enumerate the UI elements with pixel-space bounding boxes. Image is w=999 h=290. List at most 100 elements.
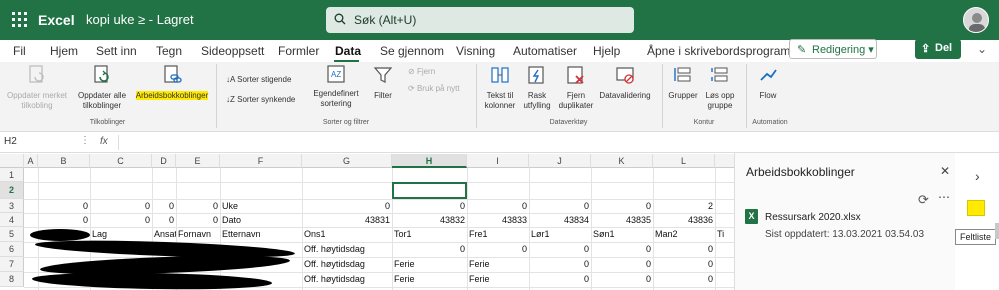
cell[interactable]: 0	[152, 199, 176, 213]
cell[interactable]: Off. høytidsdag	[302, 272, 392, 286]
select-all-corner[interactable]	[0, 154, 24, 168]
cell[interactable]: 43833	[467, 213, 529, 227]
tab-visning[interactable]: Visning	[456, 44, 495, 58]
share-button[interactable]: ⇪ Del	[915, 39, 961, 59]
column-header[interactable]: L	[653, 154, 715, 168]
cell[interactable]: 0	[529, 242, 591, 256]
column-header[interactable]	[715, 154, 734, 168]
clear-filter-button[interactable]: ⊘ Fjern	[408, 67, 435, 76]
cell[interactable]: 2	[653, 199, 715, 213]
close-icon[interactable]: ✕	[940, 164, 950, 178]
row-header[interactable]: 7	[0, 257, 24, 272]
cell[interactable]: 0	[467, 199, 529, 213]
cell[interactable]: 0	[392, 242, 467, 256]
editing-mode-button[interactable]: ✎ Redigering ▾	[789, 39, 877, 59]
row-header[interactable]: 6	[0, 242, 24, 257]
column-header[interactable]: E	[176, 154, 220, 168]
sort-ascending-button[interactable]: ↓A Sorter stigende	[226, 75, 291, 84]
cell[interactable]: Søn1	[591, 227, 653, 241]
cell[interactable]: Uke	[220, 199, 302, 213]
cell[interactable]: Ansat	[152, 227, 176, 241]
cell[interactable]: Lør1	[529, 227, 591, 241]
sort-descending-button[interactable]: ↓Z Sorter synkende	[226, 95, 295, 104]
cell[interactable]: Ferie	[467, 272, 529, 286]
column-header[interactable]: K	[591, 154, 653, 168]
ungroup-button[interactable]: Løs opp gruppe	[700, 64, 740, 111]
cell[interactable]: Ferie	[467, 257, 529, 271]
column-header[interactable]: A	[24, 154, 38, 168]
avatar[interactable]	[963, 7, 989, 33]
cell[interactable]: 43835	[591, 213, 653, 227]
row-header[interactable]: 8	[0, 272, 24, 287]
column-header[interactable]: C	[90, 154, 152, 168]
tab-sideoppsett[interactable]: Sideoppsett	[201, 44, 264, 58]
search-box[interactable]: Søk (Alt+U)	[326, 7, 634, 33]
ribbon-options-icon[interactable]: ⌄	[972, 42, 992, 58]
cell[interactable]: 0	[38, 213, 90, 227]
field-list-icon[interactable]	[967, 200, 985, 216]
workbook-links-button[interactable]: Arbeidsbokkoblinger	[131, 64, 213, 101]
cell[interactable]: Man2	[653, 227, 715, 241]
tab-hjem[interactable]: Hjem	[50, 44, 78, 58]
refresh-all-connections-button[interactable]: Oppdater alle tilkoblinger	[73, 64, 131, 111]
cell[interactable]: Ti	[715, 227, 734, 241]
row-header[interactable]: 5	[0, 227, 24, 242]
column-header[interactable]: G	[302, 154, 392, 168]
tab-open-desktop[interactable]: Åpne i skrivebordsprogram	[647, 44, 790, 58]
filter-button[interactable]: Filter	[368, 64, 398, 101]
flash-fill-button[interactable]: Rask utfylling	[520, 64, 554, 111]
cell[interactable]: Fornavn	[176, 227, 220, 241]
cell[interactable]: 0	[653, 257, 715, 271]
cell[interactable]: 0	[392, 199, 467, 213]
tab-sett-inn[interactable]: Sett inn	[96, 44, 137, 58]
cell[interactable]: 0	[176, 199, 220, 213]
cell[interactable]: 0	[529, 199, 591, 213]
cell[interactable]: Tor1	[392, 227, 467, 241]
fx-icon[interactable]: fx	[100, 136, 108, 147]
tab-hjelp[interactable]: Hjelp	[593, 44, 620, 58]
more-options-icon[interactable]: ⋯	[938, 190, 950, 204]
tab-data[interactable]: Data	[335, 44, 361, 58]
cell[interactable]: 0	[176, 213, 220, 227]
row-header[interactable]: 3	[0, 199, 24, 213]
cell[interactable]: 0	[90, 199, 152, 213]
cell[interactable]: 0	[152, 213, 176, 227]
document-name[interactable]: kopi uke ≥ - Lagret	[86, 12, 194, 27]
cell[interactable]: 0	[591, 272, 653, 286]
cell[interactable]: 0	[591, 242, 653, 256]
cell[interactable]: Lag	[90, 227, 152, 241]
cell[interactable]: 43836	[653, 213, 715, 227]
refresh-selected-connection-button[interactable]: Oppdater merket tilkobling	[3, 64, 71, 111]
cell[interactable]: Off. høytidsdag	[302, 242, 392, 256]
cell[interactable]: Fre1	[467, 227, 529, 241]
text-to-columns-button[interactable]: Tekst til kolonner	[480, 64, 520, 111]
cell[interactable]: Ferie	[392, 257, 467, 271]
cell[interactable]: 0	[529, 257, 591, 271]
cell[interactable]: 0	[529, 272, 591, 286]
data-validation-button[interactable]: Datavalidering	[596, 64, 654, 101]
flow-button[interactable]: Flow	[752, 64, 784, 101]
group-button[interactable]: Grupper	[666, 64, 700, 101]
cell[interactable]: 0	[467, 242, 529, 256]
remove-duplicates-button[interactable]: Fjern duplikater	[556, 64, 596, 111]
cell[interactable]: 0	[653, 242, 715, 256]
refresh-icon[interactable]: ⟳	[918, 192, 929, 208]
cell[interactable]: 43831	[302, 213, 392, 227]
reapply-filter-button[interactable]: ⟳ Bruk på nytt	[408, 84, 460, 93]
name-box-dropdown-icon[interactable]: ⋮	[80, 135, 90, 146]
column-header[interactable]: J	[529, 154, 591, 168]
custom-sort-button[interactable]: AZ Egendefinert sortering	[308, 64, 364, 109]
tab-formler[interactable]: Formler	[278, 44, 319, 58]
cell[interactable]: 0	[591, 257, 653, 271]
column-header[interactable]: F	[220, 154, 302, 168]
column-header-selected[interactable]: H	[392, 154, 467, 168]
active-cell-h2[interactable]	[392, 182, 467, 199]
name-box[interactable]: H2	[4, 136, 17, 147]
cell[interactable]: Ons1	[302, 227, 392, 241]
tab-tegn[interactable]: Tegn	[156, 44, 182, 58]
cell[interactable]: 43834	[529, 213, 591, 227]
cell[interactable]: Off. høytidsdag	[302, 257, 392, 271]
cell[interactable]: 0	[90, 213, 152, 227]
cell[interactable]: 0	[302, 199, 392, 213]
row-header-selected[interactable]: 2	[0, 182, 24, 199]
